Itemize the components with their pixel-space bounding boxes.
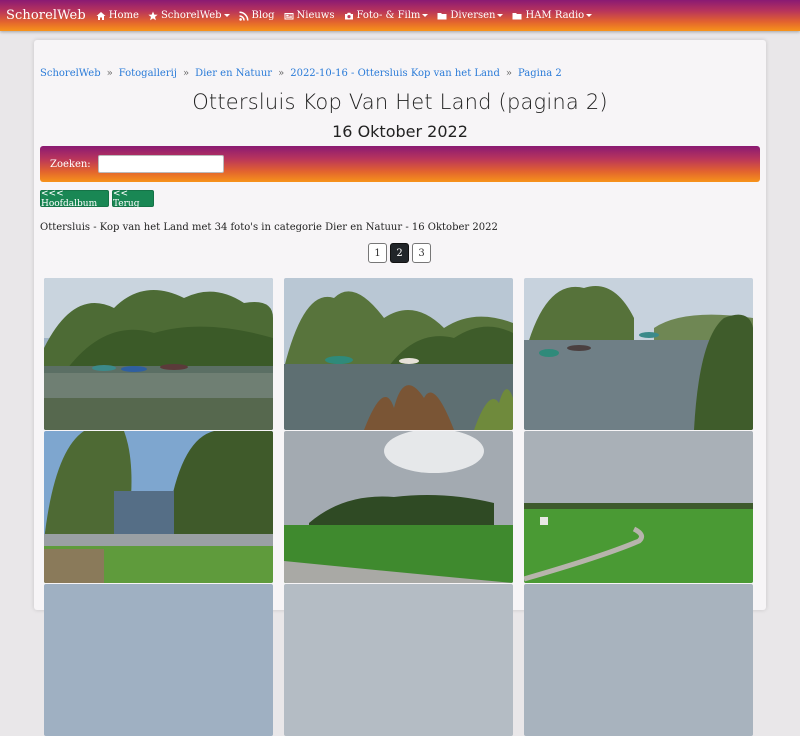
nav-home-label: Home [108,10,139,21]
photo-canal-boats [44,278,273,430]
breadcrumb-current-page[interactable]: Pagina 2 [518,68,562,79]
camera-icon [344,12,353,19]
nav-foto-film-label: Foto- & Film [356,10,421,21]
nav-blog-label: Blog [251,10,275,21]
breadcrumb-schorelweb[interactable]: SchorelWeb [40,68,101,79]
content-card: SchorelWeb » Fotogallerij » Dier en Natu… [34,40,766,736]
nav-diversen[interactable]: Diversen [437,10,504,21]
nav-schorelweb[interactable]: SchorelWeb [148,10,230,21]
breadcrumb-dier-en-natuur[interactable]: Dier en Natuur [195,68,272,79]
gallery-photo[interactable] [284,278,513,430]
home-icon [96,11,106,20]
newspaper-icon [284,12,293,19]
folder-icon [512,12,522,19]
breadcrumb-separator: » [106,68,113,79]
nav-ham-radio-label: HAM Radio [525,10,585,21]
photo-row3-2 [284,584,513,736]
album-description: Ottersluis - Kop van het Land met 34 fot… [40,222,498,233]
chevron-down-icon [223,14,230,17]
rss-icon [238,11,249,21]
page-subtitle: 16 Oktober 2022 [332,122,468,141]
navbar: SchorelWeb Home SchorelWeb Blog Nieuws F… [0,0,800,31]
gallery-photo[interactable] [524,431,753,583]
pagination: 1 2 3 [368,243,434,263]
chevron-down-icon [586,14,593,17]
breadcrumb-separator: » [278,68,285,79]
main-album-button[interactable]: <<< Hoofdalbum [40,189,109,209]
search-input[interactable] [97,155,224,173]
photo-canal-trees [284,278,513,430]
breadcrumb: SchorelWeb » Fotogallerij » Dier en Natu… [40,68,562,79]
nav-nieuws[interactable]: Nieuws [284,10,335,21]
nav-ham-radio[interactable]: HAM Radio [512,10,593,21]
gallery-photo[interactable] [524,584,753,736]
photo-meadow-path [524,431,753,583]
back-button[interactable]: << Terug [112,189,154,209]
photo-meadow-cloudy [284,431,513,583]
chevron-down-icon [422,14,429,17]
folder-icon [437,12,447,19]
gallery-photo[interactable] [524,278,753,430]
nav-schorelweb-label: SchorelWeb [160,10,222,21]
nav-blog[interactable]: Blog [238,10,275,21]
search-bar: Zoeken: [40,146,760,182]
page-link-2[interactable]: 2 [390,243,409,263]
brand-link[interactable]: SchorelWeb [6,8,86,23]
nav-foto-film[interactable]: Foto- & Film [344,10,429,21]
page-link-1[interactable]: 1 [368,243,387,263]
breadcrumb-album[interactable]: 2022-10-16 - Ottersluis Kop van het Land [290,68,500,79]
gallery-photo[interactable] [44,278,273,430]
breadcrumb-separator: » [505,68,512,79]
photo-canal-jetty [44,431,273,583]
gallery-photo[interactable] [284,584,513,736]
chevron-down-icon [497,14,504,17]
photo-canal-moorings [524,278,753,430]
nav-diversen-label: Diversen [450,10,496,21]
gallery-photo[interactable] [44,431,273,583]
star-icon [148,11,158,20]
gallery-photo[interactable] [44,584,273,736]
page-title: Ottersluis Kop Van Het Land (pagina 2) [192,90,608,114]
search-label: Zoeken: [50,158,91,170]
nav-nieuws-label: Nieuws [296,10,335,21]
page-link-3[interactable]: 3 [412,243,431,263]
nav-home[interactable]: Home [96,10,139,21]
photo-row3-3 [524,584,753,736]
photo-row3-1 [44,584,273,736]
breadcrumb-fotogallerij[interactable]: Fotogallerij [119,68,177,79]
gallery-photo[interactable] [284,431,513,583]
breadcrumb-separator: » [182,68,190,79]
